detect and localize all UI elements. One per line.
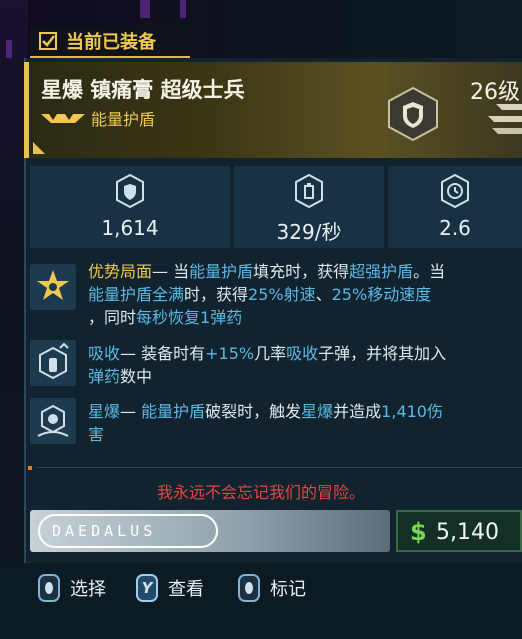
select-label: 选择 (70, 579, 106, 600)
stat-value: 2.6 (439, 216, 471, 240)
y-button-icon: Y (136, 574, 158, 602)
perk-text-segment: 几率 (254, 344, 287, 363)
perk-text-segment: 超强护盾 (349, 262, 414, 281)
rarity-chevron-icon (41, 114, 85, 123)
perk-text-segment: 能量护盾全满 (88, 285, 185, 304)
perk-text-segment: 。当 (413, 262, 446, 281)
perk-text-segment: 、 (315, 285, 332, 304)
item-type: 能量护盾 (91, 110, 156, 129)
perk-text-segment: 并造成 (333, 402, 382, 421)
mark-label: 标记 (270, 579, 306, 600)
item-price: $ 5,140 (396, 510, 522, 552)
perk-line: 吸收— 装备时有+15%几率吸收子弹，并将其加入 (88, 342, 446, 365)
price-amount: 5,140 (436, 520, 499, 545)
stat-value: 1,614 (101, 216, 159, 240)
divider-marker (28, 466, 32, 470)
currency-symbol: $ (410, 518, 427, 546)
inspect-button[interactable]: Y 查看 (136, 574, 204, 602)
perk-description: 吸收— 装备时有+15%几率吸收子弹，并将其加入 弹药数中 (88, 342, 446, 388)
perk-text-segment: — (120, 402, 142, 421)
shield-capacity-icon (116, 174, 144, 208)
perk-line: 能量护盾全满时，获得25%射速、25%移动速度 (88, 283, 445, 306)
item-header: 星爆 镇痛膏 超级士兵 26级 能量护盾 (24, 62, 522, 158)
decor-stripes (488, 104, 522, 134)
perk-text-segment: 优势局面 (88, 262, 153, 281)
perk-text-segment: 子弹，并将其加入 (318, 344, 447, 363)
star-burst-icon (30, 264, 76, 310)
perk-description: 优势局面— 当能量护盾填充时，获得超强护盾。当 能量护盾全满时，获得25%射速、… (88, 260, 445, 329)
stats-row: 1,614 329/秒 2.6 (30, 166, 522, 248)
select-button[interactable]: 选择 (38, 574, 106, 602)
stat-recharge-delay: 2.6 (388, 166, 522, 248)
perk-line: 优势局面— 当能量护盾填充时，获得超强护盾。当 (88, 260, 445, 283)
perk-text-segment: 时，获得 (184, 285, 249, 304)
recharge-rate-icon (295, 174, 323, 208)
perk-line: ，同时每秒恢复1弹药 (88, 306, 445, 329)
manufacturer-name: DAEDALUS (52, 522, 157, 540)
recharge-delay-icon (441, 174, 469, 208)
perk-text-segment: — 装备时有 (120, 344, 206, 363)
stick-button-icon (238, 574, 260, 602)
perk-text-segment: 填充时，获得 (253, 262, 350, 281)
item-name: 星爆 镇痛膏 超级士兵 (41, 78, 245, 102)
perk-text-segment: 能量护盾 (189, 262, 254, 281)
perk-text-segment: 吸收 (286, 344, 319, 363)
shield-icon (388, 86, 438, 142)
inspect-label: 查看 (168, 579, 204, 600)
perk-line: 害 (88, 423, 443, 446)
stat-capacity: 1,614 (30, 166, 230, 248)
divider (36, 467, 522, 468)
nova-icon (30, 398, 76, 444)
mark-button[interactable]: 标记 (238, 574, 306, 602)
stick-button-icon (38, 574, 60, 602)
perk-text-segment: +15% (205, 344, 255, 363)
perk-line: 弹药数中 (88, 365, 446, 388)
equipped-tag: 当前已装备 (30, 26, 190, 58)
item-rarity: 能量护盾 (41, 106, 155, 130)
perk-text-segment: 破裂时，触发 (205, 402, 302, 421)
check-icon (39, 32, 57, 50)
flavor-text: 我永远不会忘记我们的冒险。 (156, 483, 365, 502)
decor-stripe (6, 40, 12, 58)
perk-text-segment: 25%移动速度 (331, 285, 432, 304)
decor-stripe (180, 0, 186, 18)
perk-text-segment: 能量护盾 (141, 402, 206, 421)
equipped-label: 当前已装备 (66, 32, 156, 53)
ammo-absorb-icon (30, 340, 76, 386)
perk-text-segment: 吸收 (88, 344, 121, 363)
manufacturer-banner: DAEDALUS (30, 510, 390, 552)
perk-text-segment: 害 (88, 425, 105, 444)
perk-text-segment: ，同时 (88, 308, 137, 327)
perk-text-segment: 星爆 (88, 402, 121, 421)
perk-text-segment: — 当 (152, 262, 190, 281)
perk-text-segment: 星爆 (301, 402, 334, 421)
perk-text-segment: 1,410伤 (381, 402, 443, 421)
perk-text-segment: 25%射速 (248, 285, 316, 304)
perk-text-segment: 每秒恢复1弹药 (136, 308, 243, 327)
stat-recharge-rate: 329/秒 (234, 166, 384, 248)
perk-text-segment: 数中 (120, 367, 153, 386)
perk-description: 星爆— 能量护盾破裂时，触发星爆并造成1,410伤 害 (88, 400, 443, 446)
perk-text-segment: 弹药 (88, 367, 121, 386)
decor-stripe (140, 0, 150, 18)
corner-marker (33, 142, 45, 154)
perk-line: 星爆— 能量护盾破裂时，触发星爆并造成1,410伤 (88, 400, 443, 423)
stat-value: 329/秒 (276, 220, 342, 244)
